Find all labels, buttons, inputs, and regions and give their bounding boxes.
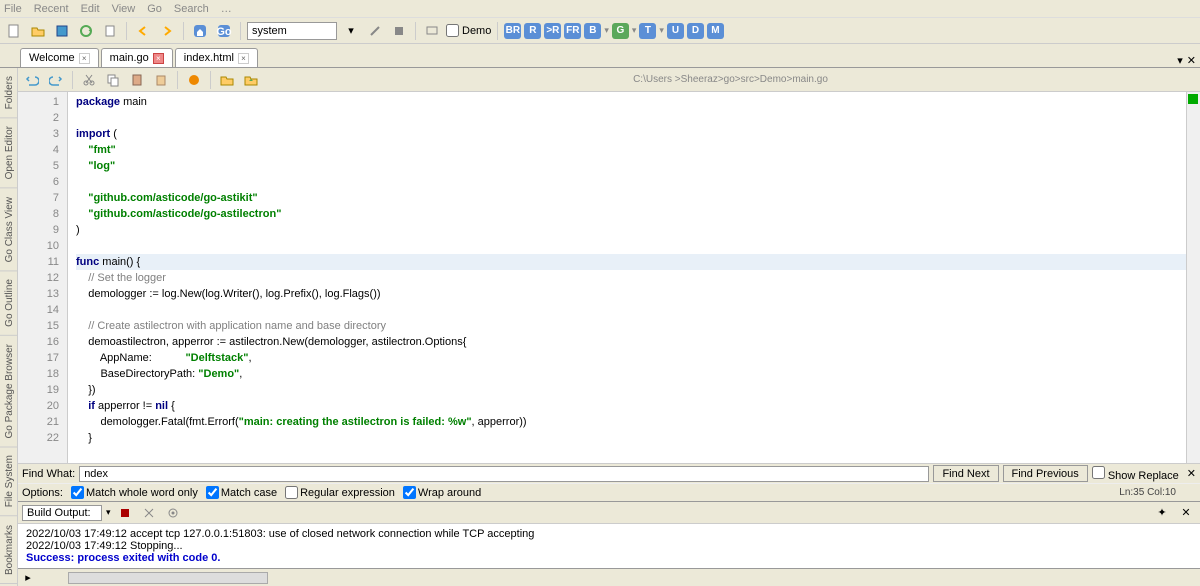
left-sidebar: Folders Open Editor Go Class View Go Out… — [0, 68, 18, 586]
build-line: 2022/10/03 17:49:12 Stopping... — [26, 540, 1192, 552]
find-label: Find What: — [22, 468, 75, 480]
tab-Welcome[interactable]: Welcome × — [20, 48, 99, 67]
home-icon[interactable] — [190, 21, 210, 41]
close-icon[interactable]: × — [238, 53, 249, 64]
wrap-checkbox[interactable]: Wrap around — [403, 486, 481, 499]
toolbar-badge-g[interactable]: G — [612, 23, 629, 39]
breadcrumb: C:\Users >Sheeraz>go>src>Demo>main.go — [265, 74, 1196, 85]
toolbar-badge-t[interactable]: T — [639, 23, 656, 39]
tab-label: main.go — [110, 52, 149, 64]
clipboard-icon[interactable] — [151, 70, 171, 90]
main-toolbar: Go ▾ Demo BRR>RFRB▾G▾T▾UDM — [0, 18, 1200, 44]
tab-close-all-icon[interactable]: ✕ — [1187, 54, 1196, 67]
menu-recent[interactable]: Recent — [34, 3, 69, 15]
match-case-checkbox[interactable]: Match case — [206, 486, 277, 499]
wand-icon[interactable] — [365, 21, 385, 41]
build-line: 2022/10/03 17:49:12 accept tcp 127.0.0.1… — [26, 528, 1192, 540]
minimap-ruler[interactable] — [1186, 92, 1200, 463]
show-replace-checkbox[interactable]: Show Replace — [1092, 466, 1179, 482]
whole-word-checkbox[interactable]: Match whole word only — [71, 486, 198, 499]
toolbar-badge-r[interactable]: R — [524, 23, 541, 39]
close-find-icon[interactable]: ✕ — [1187, 467, 1196, 480]
forward-icon[interactable] — [157, 21, 177, 41]
find-options: Options: Match whole word only Match cas… — [18, 483, 1200, 501]
find-previous-button[interactable]: Find Previous — [1003, 465, 1088, 482]
find-bar: Find What: Find Next Find Previous Show … — [18, 463, 1200, 483]
toolbar-badge-m[interactable]: M — [707, 23, 724, 39]
tab-main-go[interactable]: main.go × — [101, 48, 173, 67]
status-bar: ▸ — [18, 568, 1200, 586]
options-label: Options: — [22, 487, 63, 499]
toolbar-badge-u[interactable]: U — [667, 23, 684, 39]
side-tab-outline[interactable]: Go Outline — [0, 271, 17, 336]
editor-toolbar: C:\Users >Sheeraz>go>src>Demo>main.go — [18, 68, 1200, 92]
build-line: Success: process exited with code 0. — [26, 552, 1192, 564]
side-tab-bookmarks[interactable]: Bookmarks — [0, 517, 17, 584]
close-icon[interactable]: × — [79, 53, 90, 64]
tab-label: Welcome — [29, 52, 75, 64]
find-next-button[interactable]: Find Next — [933, 465, 998, 482]
side-tab-filesystem[interactable]: File System — [0, 447, 17, 516]
dropdown-icon[interactable]: ▾ — [341, 21, 361, 41]
go-icon[interactable]: Go — [214, 21, 234, 41]
toolbar-badge-b[interactable]: B — [584, 23, 601, 39]
find-input[interactable] — [79, 466, 929, 482]
folder-open-icon[interactable] — [217, 70, 237, 90]
tab-menu-icon[interactable]: ▾ — [1177, 54, 1183, 67]
toolbar-badge->r[interactable]: >R — [544, 23, 561, 39]
regex-checkbox[interactable]: Regular expression — [285, 486, 395, 499]
toolbar-badge-br[interactable]: BR — [504, 23, 521, 39]
menu-edit[interactable]: Edit — [81, 3, 100, 15]
menu-view[interactable]: View — [112, 3, 136, 15]
folder-up-icon[interactable] — [241, 70, 261, 90]
svg-text:Go: Go — [216, 26, 232, 38]
build-output[interactable]: 2022/10/03 17:49:12 accept tcp 127.0.0.1… — [18, 523, 1200, 568]
build-panel-header: ▾ ✦ ✕ — [18, 501, 1200, 523]
undo-icon[interactable] — [22, 70, 42, 90]
build-output-combo[interactable] — [22, 505, 102, 521]
code-content[interactable]: package mainimport ( "fmt" "log" "github… — [68, 92, 1186, 463]
back-icon[interactable] — [133, 21, 153, 41]
build-stop-icon[interactable] — [115, 503, 135, 523]
menu-search[interactable]: Search — [174, 3, 209, 15]
record-icon[interactable] — [184, 70, 204, 90]
config-combo[interactable] — [247, 22, 337, 40]
refresh-icon[interactable] — [76, 21, 96, 41]
side-tab-package[interactable]: Go Package Browser — [0, 336, 17, 448]
new-file-icon[interactable] — [4, 21, 24, 41]
build-pin-icon[interactable]: ✦ — [1152, 503, 1172, 523]
toolbar-badge-fr[interactable]: FR — [564, 23, 581, 39]
save-icon[interactable] — [52, 21, 72, 41]
cut-icon[interactable] — [79, 70, 99, 90]
menu-go[interactable]: Go — [147, 3, 162, 15]
build-close-icon[interactable]: ✕ — [1176, 503, 1196, 523]
side-tab-open-editor[interactable]: Open Editor — [0, 118, 17, 188]
close-icon[interactable]: × — [153, 53, 164, 64]
redo-icon[interactable] — [46, 70, 66, 90]
paste-icon[interactable] — [127, 70, 147, 90]
monitor-icon[interactable] — [422, 21, 442, 41]
menu-file[interactable]: File — [4, 3, 22, 15]
side-tab-class-view[interactable]: Go Class View — [0, 189, 17, 271]
side-tab-folders[interactable]: Folders — [0, 68, 17, 118]
line-gutter: 12345678910111213141516171819202122 — [18, 92, 68, 463]
collapse-icon[interactable]: ▸ — [18, 568, 38, 586]
tab-label: index.html — [184, 52, 234, 64]
toolbar-badge-d[interactable]: D — [687, 23, 704, 39]
open-icon[interactable] — [28, 21, 48, 41]
menubar: File Recent Edit View Go Search … — [0, 0, 1200, 18]
editor-tabs: Welcome × main.go × index.html × ▾ ✕ — [0, 44, 1200, 68]
cursor-position: Ln:35 Col:10 — [1119, 487, 1196, 498]
copy-icon[interactable] — [103, 70, 123, 90]
code-editor[interactable]: 12345678910111213141516171819202122 pack… — [18, 92, 1200, 463]
menu-more[interactable]: … — [221, 3, 232, 15]
build-settings-icon[interactable] — [163, 503, 183, 523]
tab-index-html[interactable]: index.html × — [175, 48, 258, 67]
build-clear-icon[interactable] — [139, 503, 159, 523]
doc-icon[interactable] — [100, 21, 120, 41]
stop-icon[interactable] — [389, 21, 409, 41]
demo-checkbox[interactable]: Demo — [446, 24, 491, 37]
status-indicator — [1188, 94, 1198, 104]
horizontal-scrollbar[interactable] — [68, 572, 268, 584]
